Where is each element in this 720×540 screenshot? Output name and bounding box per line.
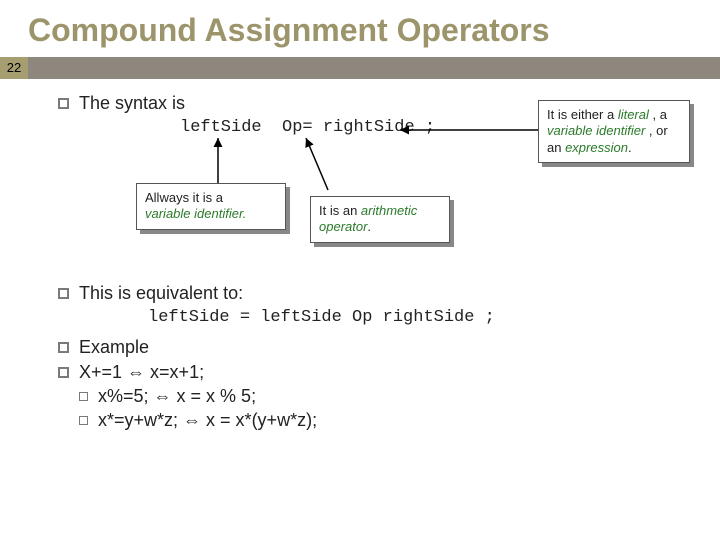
callout-rightside: It is either a literal , a variable iden… xyxy=(538,100,690,163)
cf-l3b: . xyxy=(628,140,632,155)
callout-left-l2: variable identifier. xyxy=(145,206,246,221)
bullet-icon xyxy=(58,98,69,109)
bullet-small-icon xyxy=(79,392,88,401)
ex3-rhs: x = x*(y+w*z); xyxy=(201,410,317,430)
title-bar: 22 xyxy=(0,57,720,79)
cf-l1b: , a xyxy=(649,107,667,122)
bullet-1-text: The syntax is xyxy=(79,93,185,114)
syntax-diagram: leftSide Op= rightSide ; Allways it is a… xyxy=(58,118,690,283)
ex2-rhs: x = x % 5; xyxy=(172,386,257,406)
example-block: X+=1 ⇔ x=x+1; x%=5; ⇔ x = x % 5; x*=y+w*… xyxy=(79,362,317,431)
bullet-2-text: This is equivalent to: xyxy=(79,283,243,304)
equivalent-code: leftSide = leftSide Op rightSide ; xyxy=(148,308,690,327)
bullet-icon xyxy=(58,367,69,378)
cf-l2b: , or xyxy=(645,123,667,138)
cf-l3a: an xyxy=(547,140,565,155)
example-3-row: x*=y+w*z; ⇔ x = x*(y+w*z); xyxy=(79,410,317,431)
callout-op-l1: It is an xyxy=(319,203,361,218)
example-3: x*=y+w*z; ⇔ x = x*(y+w*z); xyxy=(98,410,317,431)
callout-op-tail: . xyxy=(367,219,371,234)
ex2-lhs: x%=5; xyxy=(98,386,154,406)
bullet-2: This is equivalent to: xyxy=(58,283,690,304)
bullet-icon xyxy=(58,288,69,299)
bullet-4: X+=1 ⇔ x=x+1; x%=5; ⇔ x = x % 5; x*=y+w*… xyxy=(58,362,690,431)
callout-left-l1: Allways it is a xyxy=(145,190,223,205)
example-2: x%=5; ⇔ x = x % 5; xyxy=(98,386,256,407)
ex1-rhs: x=x+1; xyxy=(145,362,204,382)
bullet-small-icon xyxy=(79,416,88,425)
callout-operator: It is an arithmetic operator. xyxy=(310,196,450,243)
bullet-icon xyxy=(58,342,69,353)
cf-em1: literal xyxy=(618,107,649,122)
bullet-3-text: Example xyxy=(79,337,149,358)
ex1-lhs: X+=1 xyxy=(79,362,127,382)
callout-leftside: Allways it is a variable identifier. xyxy=(136,183,286,230)
example-2-row: x%=5; ⇔ x = x % 5; xyxy=(79,386,317,407)
page-number: 22 xyxy=(0,57,28,79)
slide-title: Compound Assignment Operators xyxy=(0,0,720,57)
example-1: X+=1 ⇔ x=x+1; xyxy=(79,362,317,383)
cf-em3: expression xyxy=(565,140,628,155)
cf-l1a: It is either a xyxy=(547,107,618,122)
content-area: The syntax is leftSide Op= rightSide ; A… xyxy=(0,79,720,431)
ex3-lhs: x*=y+w*z; xyxy=(98,410,183,430)
cf-em2: variable identifier xyxy=(547,123,645,138)
bullet-3: Example xyxy=(58,337,690,358)
